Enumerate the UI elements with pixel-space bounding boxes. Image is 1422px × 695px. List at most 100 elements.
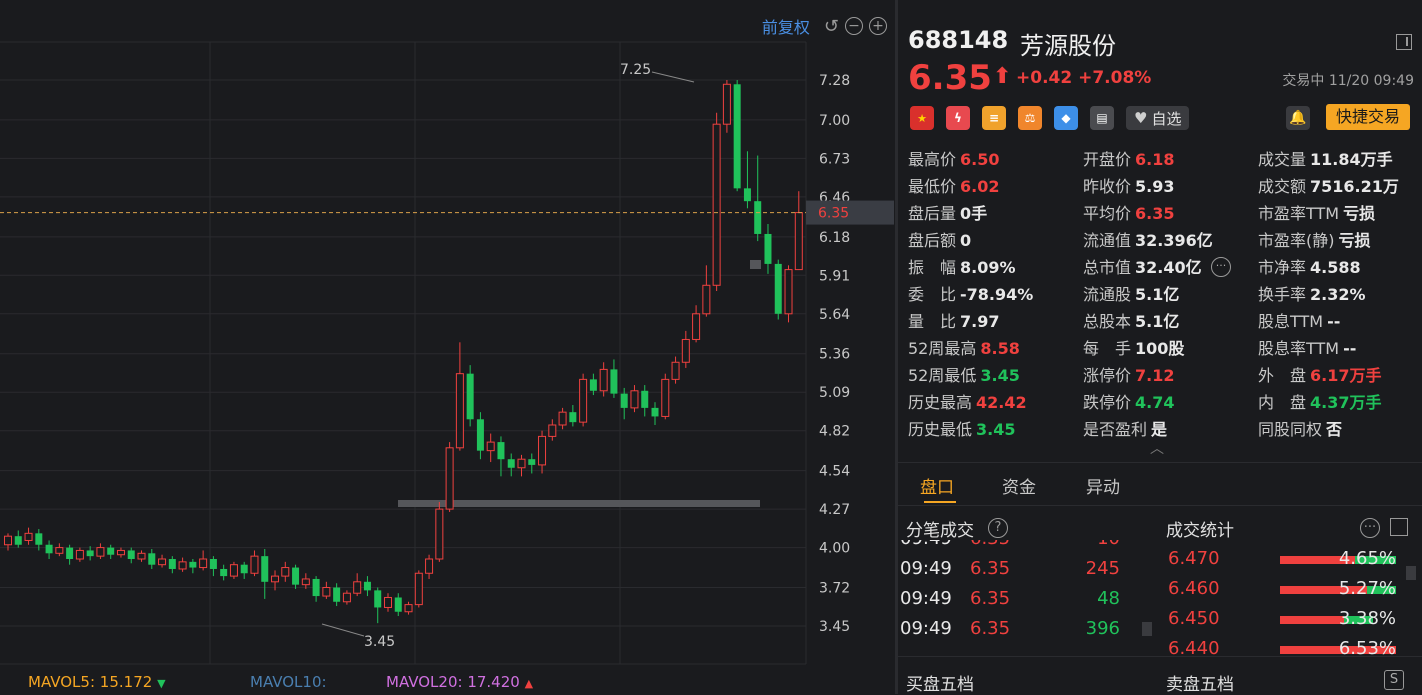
collapse-icon[interactable]: S xyxy=(1384,670,1404,690)
stat-label: 涨停价 xyxy=(1083,366,1132,385)
stock-code: 688148 xyxy=(908,26,1009,54)
stat-label: 流通值 xyxy=(1083,231,1132,250)
candle-body xyxy=(250,555,259,574)
candle-body xyxy=(220,568,228,577)
vol-stat-percent: 3.38% xyxy=(1338,608,1396,629)
stat-value: 6.02 xyxy=(960,177,1000,196)
trade-status: 交易中 11/20 09:49 xyxy=(1282,73,1414,89)
candle-body xyxy=(342,592,351,603)
stat-value: 5.93 xyxy=(1135,177,1175,196)
y-tick-label: 5.64 xyxy=(819,307,850,323)
vol-stats-list[interactable]: 6.470 4.65% 6.460 5.27% 6.450 3.38% 6.440 6.53% xyxy=(898,548,1422,656)
y-tick-label: 4.82 xyxy=(819,424,850,440)
stat-label: 52周最高 xyxy=(908,339,977,358)
vol-stat-row: 6.450 3.38% xyxy=(1168,608,1408,638)
candle-body xyxy=(754,201,762,234)
low-marker-label: 3.45 xyxy=(364,634,395,650)
candle-body xyxy=(702,284,711,315)
stat-label: 是否盈利 xyxy=(1083,420,1148,439)
candle-body xyxy=(271,575,280,583)
expand-icon[interactable] xyxy=(1390,518,1408,536)
stat-value: -- xyxy=(1343,339,1357,358)
candle-body xyxy=(24,532,33,541)
candle-body xyxy=(116,549,125,556)
bell-icon[interactable]: 🔔 xyxy=(1286,106,1310,130)
kline-chart[interactable]: 7.287.006.736.466.185.915.645.365.094.82… xyxy=(0,0,895,694)
stat-item: 历史最高 42.42 xyxy=(908,389,1027,416)
tab-funds[interactable]: 资金 xyxy=(1002,473,1036,498)
candle-body xyxy=(743,188,751,202)
stat-item: 平均价 6.35 xyxy=(1083,200,1175,227)
candle-body xyxy=(466,373,474,420)
stat-item: 盘后量 0手 xyxy=(908,200,987,227)
stat-item: 开盘价 6.18 xyxy=(1083,146,1175,173)
candle-body xyxy=(137,552,146,560)
mavol5-value: 15.172 xyxy=(99,673,153,691)
candle-body xyxy=(445,447,454,510)
candle-body xyxy=(425,558,434,574)
candle-body xyxy=(764,233,772,264)
candle-body xyxy=(476,419,484,451)
sell5-title: 卖盘五档 xyxy=(1166,675,1234,695)
candle-body xyxy=(651,407,659,417)
y-tick-label: 6.18 xyxy=(819,230,850,246)
vol-stats-scrollbar[interactable] xyxy=(1406,566,1416,580)
stat-label: 52周最低 xyxy=(908,366,977,385)
more-options-icon[interactable]: ··· xyxy=(1360,518,1380,538)
candle-body xyxy=(497,442,505,460)
candle-body xyxy=(374,590,382,608)
candle-body xyxy=(281,567,290,577)
more-info-icon[interactable]: ··· xyxy=(1211,257,1231,277)
vol-stat-row: 6.440 6.53% xyxy=(1168,638,1408,656)
database-icon[interactable]: ≡ xyxy=(982,106,1006,130)
stat-value: 32.396亿 xyxy=(1135,231,1213,250)
stat-value: 4.74 xyxy=(1135,393,1175,412)
stat-label: 盘后额 xyxy=(908,231,957,250)
stat-value: 6.50 xyxy=(960,150,1000,169)
candle-body xyxy=(661,378,670,417)
stat-item: 52周最低 3.45 xyxy=(908,362,1020,389)
y-tick-label: 5.09 xyxy=(819,385,850,401)
vol-stat-row: 6.460 5.27% xyxy=(1168,578,1408,608)
stat-label: 历史最低 xyxy=(908,420,973,439)
stat-value: 亏损 xyxy=(1343,204,1376,223)
kline-chart-area[interactable]: 7.28 7.00 6.73 6.46 6.18 5.91 5.64 5.36 5.09 4.82… xyxy=(0,0,895,694)
last-price: 6.35 xyxy=(908,58,992,98)
candle-body xyxy=(733,84,741,189)
candle-body xyxy=(394,597,402,612)
star-market-icon[interactable]: ϟ xyxy=(946,106,970,130)
tab-bar: 盘口 资金 异动 xyxy=(898,462,1422,506)
zoom-in-icon[interactable]: + xyxy=(869,17,887,35)
stat-item: 流通股 5.1亿 xyxy=(1083,281,1179,308)
document-icon[interactable]: ▤ xyxy=(1090,106,1114,130)
stat-item: 历史最低 3.45 xyxy=(908,416,1016,443)
active-tab-indicator xyxy=(924,501,956,503)
tab-movement[interactable]: 异动 xyxy=(1086,473,1120,498)
zoom-out-icon[interactable]: − xyxy=(845,17,863,35)
reset-icon[interactable]: ↺ xyxy=(824,16,839,37)
y-tick-label: 6.73 xyxy=(819,151,850,167)
candle-body xyxy=(641,390,649,408)
balance-icon[interactable]: ⚖ xyxy=(1018,106,1042,130)
chart-toolbar: 前复权 ↺ − + xyxy=(762,14,887,38)
tag-icon[interactable]: ◆ xyxy=(1054,106,1078,130)
stat-label: 流通股 xyxy=(1083,285,1132,304)
stat-value: 是 xyxy=(1151,420,1168,439)
candle-body xyxy=(589,379,597,391)
adjust-mode-button[interactable]: 前复权 xyxy=(762,14,810,38)
chevron-up-icon[interactable]: ︿ xyxy=(1150,438,1164,458)
last-price-label: 6.35 xyxy=(818,206,849,222)
stat-item: 股息率TTM -- xyxy=(1258,335,1356,362)
y-tick-label: 7.00 xyxy=(819,113,850,129)
stat-label: 振 幅 xyxy=(908,258,957,277)
add-favorite-button[interactable]: ♥ 自选 xyxy=(1126,106,1190,130)
help-icon[interactable]: ? xyxy=(988,518,1008,538)
china-flag-icon[interactable]: ★ xyxy=(910,106,934,130)
stat-label: 换手率 xyxy=(1258,285,1307,304)
quick-trade-button[interactable]: 快捷交易 xyxy=(1326,104,1410,130)
panel-toggle-icon[interactable] xyxy=(1396,34,1412,50)
stat-label: 市盈率(静) xyxy=(1258,231,1335,250)
stat-value: 5.1亿 xyxy=(1135,312,1180,331)
candle-body xyxy=(692,313,701,340)
tab-pankou[interactable]: 盘口 xyxy=(920,473,954,498)
